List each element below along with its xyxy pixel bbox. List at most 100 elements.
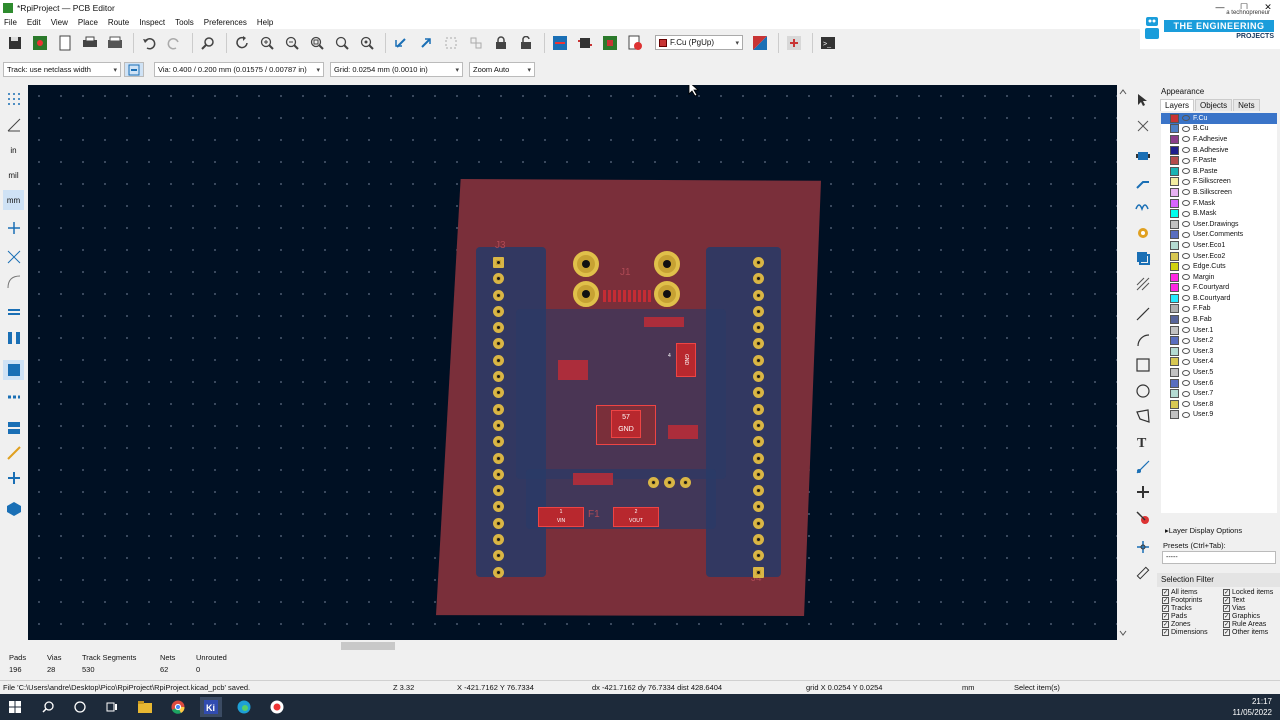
layer-color-swatch[interactable] [1170,198,1179,208]
redo-icon[interactable] [163,32,184,53]
cortana-icon[interactable] [69,697,91,717]
pcb-canvas[interactable]: J3 J4 J1 F1 57 GND GND 4 1 VIN 2 VOUT [28,85,1117,640]
add-via-icon[interactable] [1134,224,1152,242]
filter-checkbox[interactable]: ✓ Zones [1162,621,1223,628]
grid-toggle-icon[interactable] [3,89,24,109]
visibility-eye-icon[interactable] [1182,210,1190,217]
layer-row[interactable]: F.Paste [1161,155,1277,166]
menu-tools[interactable]: Tools [175,18,194,27]
visibility-eye-icon[interactable] [1182,380,1190,387]
filter-checkbox[interactable]: ✓ Dimensions [1162,629,1223,636]
scroll-up-icon[interactable] [1117,87,1129,97]
usb-mount-pad[interactable] [654,281,680,307]
add-dimension-icon[interactable] [1134,458,1152,476]
layer-row[interactable]: F.Adhesive [1161,134,1277,145]
vertical-scrollbar[interactable] [1117,85,1129,640]
layer-row[interactable]: User.8 [1161,399,1277,410]
menu-inspect[interactable]: Inspect [139,18,165,27]
layer-color-swatch[interactable] [1170,145,1179,155]
filter-checkbox[interactable]: ✓ Rule Areas [1223,621,1278,628]
checkmark-icon[interactable]: ✓ [1162,597,1169,604]
zoom-select[interactable]: Zoom Auto ▾ [469,62,535,77]
undo-icon[interactable] [138,32,159,53]
checkmark-icon[interactable]: ✓ [1223,613,1230,620]
layer-row[interactable]: F.Mask [1161,198,1277,209]
regulator-u2[interactable]: GND [676,343,696,377]
checkmark-icon[interactable]: ✓ [1162,605,1169,612]
zoom-fit-icon[interactable] [306,32,327,53]
layer-color-swatch[interactable] [1170,378,1179,388]
ratsnest-icon[interactable] [3,247,24,267]
tab-layers[interactable]: Layers [1160,99,1195,111]
passive-group[interactable] [573,473,613,485]
layer-color-swatch[interactable] [1170,304,1179,314]
layer-row[interactable]: B.Cu [1161,124,1277,135]
units-inch-button[interactable]: in [3,140,24,160]
drc-icon[interactable] [624,32,645,53]
visibility-eye-icon[interactable] [1182,274,1190,281]
layer-row[interactable]: User.1 [1161,325,1277,336]
route-diff-pair-icon[interactable] [1134,198,1152,216]
layer-row[interactable]: User.9 [1161,410,1277,421]
footprint-browser-icon[interactable] [599,32,620,53]
draw-line-icon[interactable] [1134,305,1152,323]
chrome-icon[interactable] [167,697,189,717]
visibility-eye-icon[interactable] [1182,316,1190,323]
visibility-eye-icon[interactable] [1182,348,1190,355]
layer-row[interactable]: User.4 [1161,357,1277,368]
layer-display-options-toggle[interactable]: ▸Layer Display Options [1165,526,1242,535]
visibility-eye-icon[interactable] [1182,168,1190,175]
add-rule-area-icon[interactable] [1134,275,1152,293]
layer-row[interactable]: B.Paste [1161,166,1277,177]
layer-color-swatch[interactable] [1170,283,1179,293]
filter-checkbox[interactable]: ✓ Text [1223,597,1278,604]
units-mil-button[interactable]: mil [3,165,24,185]
checkmark-icon[interactable]: ✓ [1223,629,1230,636]
layer-color-swatch[interactable] [1170,134,1179,144]
place-anchor-icon[interactable] [1134,483,1152,501]
visibility-eye-icon[interactable] [1182,221,1190,228]
layer-row[interactable]: B.Courtyard [1161,293,1277,304]
task-view-icon[interactable] [101,697,123,717]
filter-checkbox[interactable]: ✓ Tracks [1162,605,1223,612]
visibility-eye-icon[interactable] [1182,178,1190,185]
checkmark-icon[interactable]: ✓ [1223,605,1230,612]
presets-select[interactable]: ----- [1162,551,1276,564]
console-icon[interactable]: >_ [817,32,838,53]
visibility-eye-icon[interactable] [1182,411,1190,418]
ungroup-icon[interactable] [465,32,486,53]
layer-row[interactable]: User.2 [1161,335,1277,346]
passive-group[interactable] [668,425,698,439]
layer-pair-icon[interactable] [749,32,770,53]
layer-color-swatch[interactable] [1170,166,1179,176]
layer-row[interactable]: Edge.Cuts [1161,261,1277,272]
menu-place[interactable]: Place [78,18,98,27]
zoom-out-icon[interactable] [281,32,302,53]
search-icon[interactable] [37,697,59,717]
layers-manager-icon[interactable] [3,418,24,438]
pad-display-icon[interactable] [3,328,24,348]
layer-color-swatch[interactable] [1170,315,1179,325]
layer-color-swatch[interactable] [1170,346,1179,356]
layer-color-swatch[interactable] [1170,272,1179,282]
usb-connector-pads[interactable] [603,290,651,302]
netlist-update-icon[interactable] [549,32,570,53]
checkmark-icon[interactable]: ✓ [1223,621,1230,628]
grid-select[interactable]: Grid: 0.0254 mm (0.0010 in) ▾ [330,62,463,77]
layer-row[interactable]: F.Cu [1161,113,1277,124]
curved-ratsnest-icon[interactable] [3,272,24,292]
checkmark-icon[interactable]: ✓ [1162,629,1169,636]
taskbar-clock[interactable]: 21:17 11/05/2022 [1233,696,1272,718]
draw-polygon-icon[interactable] [1134,407,1152,425]
layer-color-swatch[interactable] [1170,262,1179,272]
usb-mount-pad[interactable] [654,251,680,277]
route-track-icon[interactable] [1134,173,1152,191]
menu-preferences[interactable]: Preferences [204,18,247,27]
visibility-eye-icon[interactable] [1182,231,1190,238]
swd-pad[interactable] [664,477,675,488]
swd-pad[interactable] [648,477,659,488]
layer-row[interactable]: User.Comments [1161,230,1277,241]
layer-color-swatch[interactable] [1170,336,1179,346]
layer-row[interactable]: B.Adhesive [1161,145,1277,156]
layer-color-swatch[interactable] [1170,187,1179,197]
